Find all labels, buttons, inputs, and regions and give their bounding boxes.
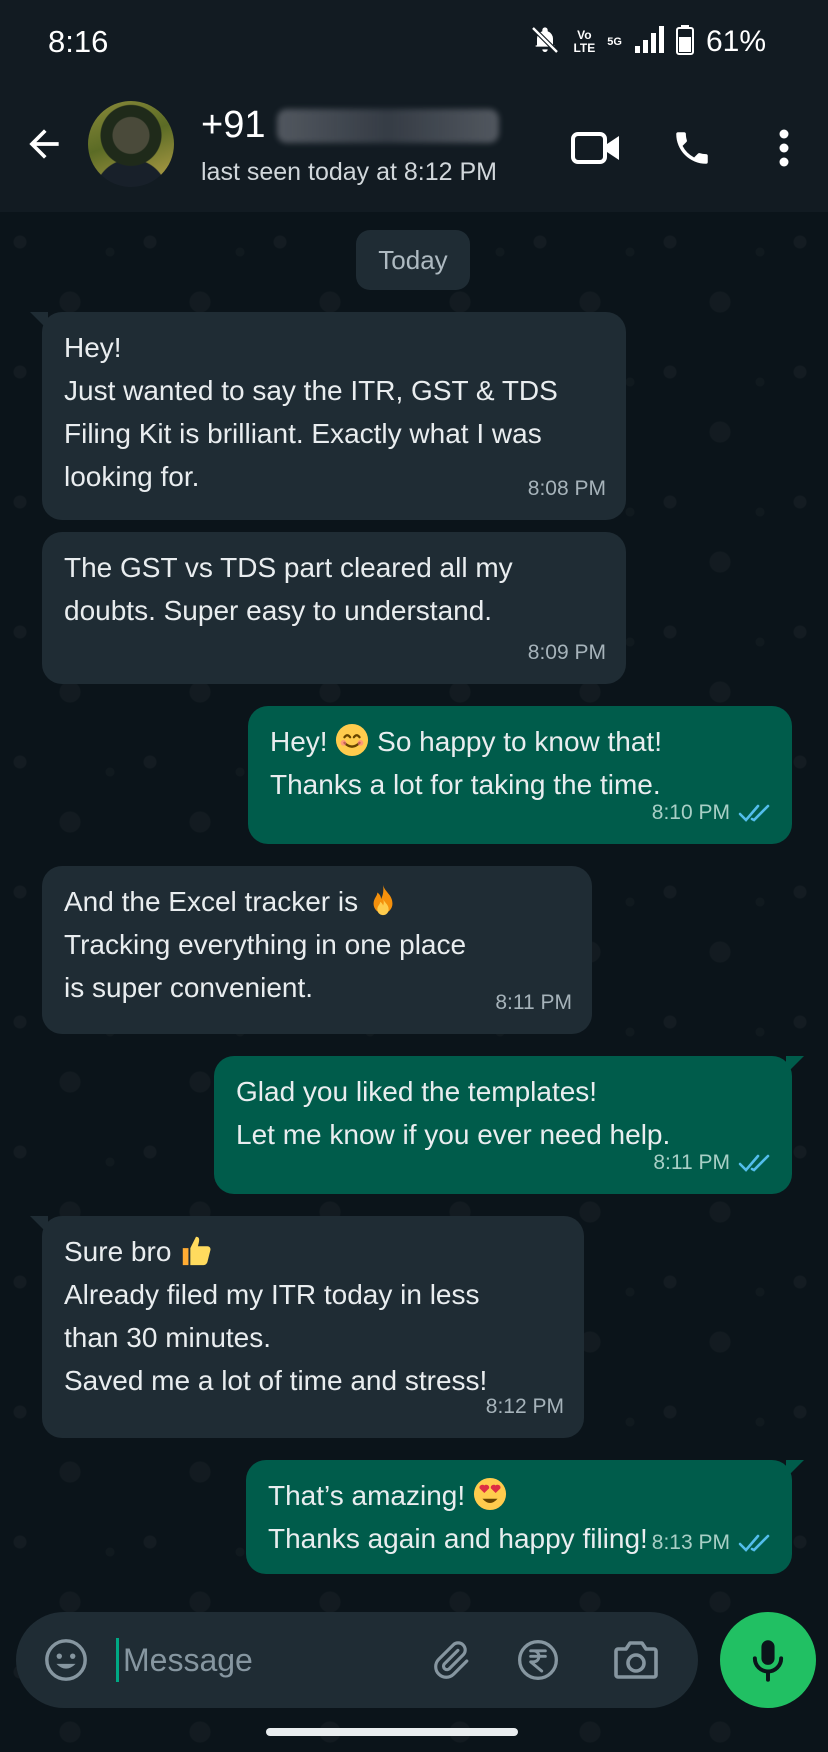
- message-time: 8:10 PM: [652, 791, 772, 834]
- volte-top: Vo: [577, 28, 592, 42]
- time-label: 8:11 PM: [495, 991, 572, 1014]
- message-text: doubts. Super easy to understand.: [64, 595, 493, 626]
- message-text: That’s amazing!: [268, 1480, 466, 1511]
- battery-icon: [675, 24, 694, 60]
- last-seen-status: last seen today at 8:12 PM: [201, 158, 498, 186]
- contact-prefix: +91: [201, 104, 266, 146]
- attachment-icon[interactable]: [424, 1634, 476, 1686]
- chat-header: +91 last seen today at 8:12 PM: [0, 86, 828, 212]
- message-line: Hey! So happy to know that!: [270, 720, 770, 763]
- time-label: 8:11 PM: [653, 1151, 730, 1174]
- message-time: 8:11 PM: [495, 981, 572, 1024]
- message-bubble-incoming[interactable]: The GST vs TDS part cleared all my doubt…: [42, 532, 626, 684]
- time-label: 8:10 PM: [651, 801, 730, 824]
- message-input[interactable]: [116, 1638, 416, 1682]
- message-composer: [16, 1612, 698, 1708]
- message-time: 8:08 PM: [528, 467, 606, 510]
- voice-message-button[interactable]: [720, 1612, 816, 1708]
- message-time: 8:13 PM: [652, 1521, 772, 1564]
- date-separator: Today: [356, 230, 470, 290]
- message-text: So happy to know that!: [377, 726, 662, 757]
- contact-name[interactable]: +91: [201, 104, 500, 147]
- volte-label: Vo LTE: [573, 29, 595, 55]
- message-bubble-incoming[interactable]: Hey! Just wanted to say the ITR, GST & T…: [30, 312, 626, 520]
- message-line: And the Excel tracker is: [64, 880, 570, 923]
- redacted-phone-number: [277, 108, 500, 143]
- signal-icon: [634, 25, 664, 59]
- volte-bottom: LTE: [573, 41, 596, 55]
- message-time: 8:11 PM: [653, 1141, 772, 1184]
- read-receipt-icon: [738, 1154, 770, 1172]
- message-text: looking for.: [64, 461, 200, 492]
- message-text: is super convenient.: [64, 972, 314, 1003]
- time-label: 8:13 PM: [651, 1531, 730, 1554]
- message-bubble-incoming[interactable]: And the Excel tracker is Tracking everyt…: [42, 866, 592, 1034]
- more-options-icon[interactable]: [756, 120, 812, 176]
- message-bubble-outgoing[interactable]: Glad you liked the templates! Let me kno…: [214, 1056, 804, 1194]
- voice-call-icon[interactable]: [664, 120, 720, 176]
- message-text: And the Excel tracker is: [64, 886, 359, 917]
- time-label: 8:12 PM: [485, 1395, 564, 1418]
- time-label: 8:08 PM: [527, 477, 606, 500]
- message-text: Hey!: [270, 726, 328, 757]
- message-text: Hey!: [64, 332, 122, 363]
- message-text: than 30 minutes.: [64, 1322, 272, 1353]
- camera-icon[interactable]: [610, 1634, 662, 1686]
- home-indicator[interactable]: [266, 1728, 518, 1736]
- message-bubble-incoming[interactable]: Sure bro Already filed my ITR today in l…: [30, 1216, 584, 1438]
- bubble-tail: [786, 1460, 804, 1478]
- bubble-tail: [30, 312, 48, 330]
- message-text: Glad you liked the templates!: [236, 1076, 598, 1107]
- status-icons: Vo LTE 5G 61%: [529, 22, 766, 62]
- microphone-icon: [752, 1640, 784, 1682]
- message-line: Sure bro: [64, 1230, 562, 1273]
- avatar[interactable]: [88, 101, 174, 187]
- fire-emoji: [373, 884, 393, 916]
- back-arrow-icon[interactable]: [22, 122, 66, 166]
- emoji-picker-icon[interactable]: [40, 1634, 92, 1686]
- message-text: Tracking everything in one place: [64, 929, 467, 960]
- message-text: Already filed my ITR today in less: [64, 1279, 480, 1310]
- bubble-tail: [786, 1056, 804, 1074]
- bubble-tail: [30, 1216, 48, 1234]
- message-bubble-outgoing[interactable]: That’s amazing! Thanks again and happy f…: [246, 1460, 804, 1574]
- message-text: The GST vs TDS part cleared all my: [64, 552, 513, 583]
- smiling-face-emoji: [336, 723, 369, 757]
- battery-percent: 61%: [705, 25, 766, 58]
- payment-rupee-icon[interactable]: [512, 1634, 564, 1686]
- message-time: 8:12 PM: [486, 1385, 564, 1428]
- message-text: Sure bro: [64, 1236, 172, 1267]
- message-time: 8:09 PM: [528, 631, 606, 674]
- message-text: Just wanted to say the ITR, GST & TDS: [64, 375, 558, 406]
- message-bubble-outgoing[interactable]: Hey! So happy to know that! Thanks a lot…: [248, 706, 792, 844]
- status-time: 8:16: [48, 24, 109, 59]
- heart-eyes-emoji: [473, 1477, 506, 1511]
- network-gen-label: 5G: [607, 35, 622, 48]
- thumbs-up-emoji: [182, 1236, 211, 1266]
- read-receipt-icon: [738, 804, 770, 822]
- mute-icon: [529, 24, 561, 61]
- message-line: That’s amazing!: [268, 1474, 770, 1517]
- time-label: 8:09 PM: [527, 641, 606, 664]
- status-bar: 8:16 Vo LTE 5G 61%: [0, 0, 828, 86]
- message-text: Filing Kit is brilliant. Exactly what I …: [64, 418, 542, 449]
- read-receipt-icon: [738, 1534, 770, 1552]
- video-call-icon[interactable]: [568, 120, 624, 176]
